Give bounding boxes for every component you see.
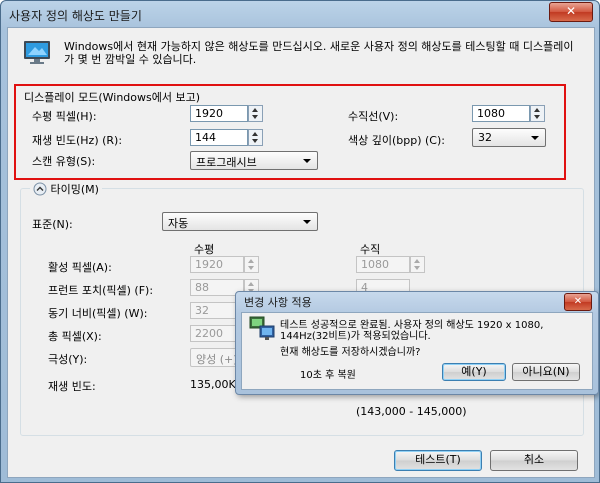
- test-button[interactable]: 테스트(T): [394, 450, 482, 471]
- dialog-client-area: 테스트 성공적으로 완료됨. 사용자 정의 해상도 1920 x 1080, 1…: [241, 312, 593, 390]
- chevron-down-icon: [303, 159, 311, 163]
- h-pixels-spinner[interactable]: [248, 105, 263, 122]
- yes-button[interactable]: 예(Y): [442, 363, 506, 381]
- h-pixels-input[interactable]: 1920: [190, 105, 248, 122]
- color-depth-label: 색상 깊이(bpp) (C):: [348, 134, 445, 147]
- dialog-close-button[interactable]: ✕: [564, 293, 592, 311]
- refresh-input[interactable]: 144: [190, 129, 248, 146]
- polarity-value: 양성 (+): [196, 353, 238, 366]
- total-pixels-label: 총 픽셀(X):: [48, 330, 102, 343]
- color-depth-value: 32: [478, 131, 492, 144]
- cancel-button[interactable]: 취소: [490, 450, 578, 471]
- refresh-spinner[interactable]: [248, 129, 263, 146]
- vertical-range: (143,000 - 145,000): [356, 405, 467, 418]
- scan-type-select[interactable]: 프로그래시브: [190, 151, 318, 170]
- timing-label: 타이밍(M): [50, 183, 99, 196]
- scan-type-value: 프로그래시브: [196, 156, 257, 169]
- display-mode-legend: 디스플레이 모드(Windows에서 보고): [22, 89, 202, 105]
- sync-width-label: 동기 너비(픽셀) (W):: [48, 307, 148, 320]
- window-title: 사용자 정의 해상도 만들기: [9, 9, 142, 23]
- active-h-spinner[interactable]: [244, 256, 259, 273]
- intro-text: Windows에서 현재 가능하지 않은 해상도를 만드십시오. 새로운 사용자…: [64, 40, 574, 66]
- title-bar[interactable]: 사용자 정의 해상도 만들기 ✕: [1, 1, 599, 27]
- dialog-title: 변경 사항 적용: [244, 296, 312, 309]
- column-vertical: 수직: [360, 243, 381, 256]
- dialog-question: 현재 해상도를 저장하시겠습니까?: [280, 347, 421, 358]
- standard-value: 자동: [168, 217, 189, 230]
- monitor-icon: [24, 41, 50, 64]
- chevron-down-icon: [531, 136, 539, 140]
- standard-label: 표준(N):: [32, 218, 73, 231]
- network-monitor-icon: [249, 316, 275, 340]
- collapse-icon: [33, 182, 47, 196]
- chevron-down-icon: [303, 220, 311, 224]
- apply-changes-dialog: 변경 사항 적용 ✕ 테스트 성공적으로 완료됨. 사용자 정의 해상도 192…: [235, 291, 599, 395]
- v-lines-label: 수직선(V):: [348, 110, 399, 123]
- close-button[interactable]: ✕: [549, 2, 593, 22]
- color-depth-select[interactable]: 32: [472, 128, 546, 147]
- timing-toggle[interactable]: 타이밍(M): [30, 181, 102, 199]
- column-horizontal: 수평: [194, 243, 215, 256]
- v-lines-input[interactable]: 1080: [472, 105, 530, 122]
- active-v-spinner[interactable]: [410, 256, 425, 273]
- standard-select[interactable]: 자동: [162, 212, 318, 231]
- polarity-label: 극성(Y):: [48, 353, 88, 366]
- active-v-input[interactable]: 1080: [356, 256, 410, 273]
- custom-resolution-window: 사용자 정의 해상도 만들기 ✕ Windows에서 현재 가능하지 않은 해상…: [0, 0, 600, 483]
- h-pixels-label: 수평 픽셀(H):: [32, 110, 97, 123]
- front-porch-label: 프런트 포치(픽셀) (F):: [48, 284, 154, 297]
- active-pixels-label: 활성 픽셀(A):: [48, 261, 112, 274]
- timing-refresh-label: 재생 빈도:: [48, 380, 96, 393]
- no-button[interactable]: 아니요(N): [512, 363, 580, 381]
- dialog-countdown: 10초 후 복원: [300, 370, 356, 381]
- refresh-label: 재생 빈도(Hz) (R):: [32, 134, 123, 147]
- v-lines-spinner[interactable]: [530, 105, 545, 122]
- active-h-input[interactable]: 1920: [190, 256, 244, 273]
- window-client-area: Windows에서 현재 가능하지 않은 해상도를 만드십시오. 새로운 사용자…: [7, 27, 595, 478]
- scan-type-label: 스캔 유형(S):: [32, 155, 96, 168]
- dialog-message-line2: 144Hz(32비트)가 적용되었습니다.: [280, 331, 431, 342]
